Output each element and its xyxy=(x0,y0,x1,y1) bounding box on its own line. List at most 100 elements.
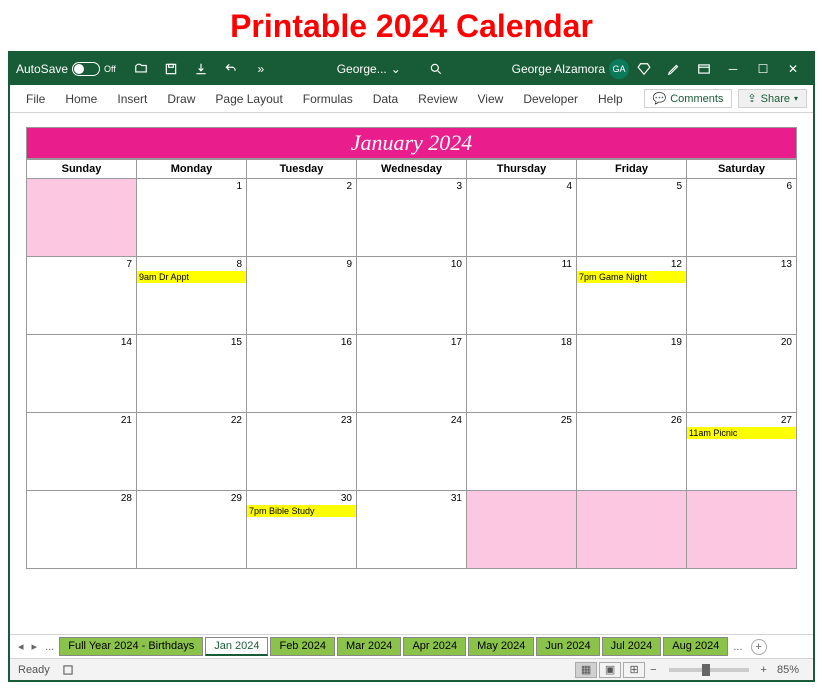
avatar[interactable]: GA xyxy=(609,59,629,79)
more-icon[interactable]: » xyxy=(251,59,271,79)
zoom-level[interactable]: 85% xyxy=(777,664,799,676)
day-number: 25 xyxy=(561,415,572,426)
tab-overflow[interactable]: ... xyxy=(729,641,746,653)
tab-nav-right[interactable]: ▸ xyxy=(28,640,42,653)
calendar-cell[interactable]: 127pm Game Night xyxy=(577,257,687,335)
calendar-cell[interactable]: 10 xyxy=(357,257,467,335)
calendar-cell[interactable]: 3 xyxy=(357,179,467,257)
sheet-tab[interactable]: Full Year 2024 - Birthdays xyxy=(59,637,203,656)
search-icon[interactable] xyxy=(426,59,446,79)
comments-button[interactable]: 💬 Comments xyxy=(644,89,733,108)
calendar-cell[interactable]: 307pm Bible Study xyxy=(247,491,357,569)
calendar-cell[interactable]: 9 xyxy=(247,257,357,335)
calendar-grid: SundayMondayTuesdayWednesdayThursdayFrid… xyxy=(26,159,797,569)
calendar-cell[interactable]: 25 xyxy=(467,413,577,491)
calendar-cell[interactable] xyxy=(467,491,577,569)
autosave-toggle[interactable]: AutoSave Off xyxy=(16,62,116,76)
zoom-out-button[interactable]: − xyxy=(650,664,656,676)
export-icon[interactable] xyxy=(191,59,211,79)
excel-window: AutoSave Off » George... ⌄ George Alzamo… xyxy=(8,51,815,682)
sheet-tab[interactable]: Jul 2024 xyxy=(602,637,662,656)
sheet-tab[interactable]: Apr 2024 xyxy=(403,637,466,656)
autosave-label: AutoSave xyxy=(16,62,68,76)
open-icon[interactable] xyxy=(131,59,151,79)
tab-page-layout[interactable]: Page Layout xyxy=(205,85,292,112)
calendar-cell[interactable] xyxy=(687,491,797,569)
tab-developer[interactable]: Developer xyxy=(513,85,588,112)
tab-review[interactable]: Review xyxy=(408,85,467,112)
calendar-cell[interactable]: 31 xyxy=(357,491,467,569)
accessibility-icon[interactable] xyxy=(58,660,78,680)
diamond-icon[interactable] xyxy=(634,59,654,79)
zoom-in-button[interactable]: + xyxy=(761,664,767,676)
maximize-button[interactable]: ☐ xyxy=(749,59,777,79)
calendar-cell[interactable]: 4 xyxy=(467,179,577,257)
calendar-cell[interactable]: 7 xyxy=(27,257,137,335)
day-header: Sunday xyxy=(27,160,137,179)
view-normal-button[interactable]: ▦ xyxy=(575,662,597,678)
tab-insert[interactable]: Insert xyxy=(107,85,157,112)
tab-draw[interactable]: Draw xyxy=(157,85,205,112)
sheet-tab[interactable]: Jun 2024 xyxy=(536,637,599,656)
calendar-cell[interactable]: 5 xyxy=(577,179,687,257)
tab-formulas[interactable]: Formulas xyxy=(293,85,363,112)
zoom-slider[interactable] xyxy=(669,668,749,672)
day-number: 17 xyxy=(451,337,462,348)
view-page-break-button[interactable]: ⊞ xyxy=(623,662,645,678)
day-number: 26 xyxy=(671,415,682,426)
toggle-off-icon xyxy=(72,62,100,76)
tab-nav-more[interactable]: ... xyxy=(41,641,58,653)
calendar-cell[interactable]: 16 xyxy=(247,335,357,413)
share-icon: ⇪ xyxy=(747,92,756,105)
sheet-tab[interactable]: Feb 2024 xyxy=(270,637,334,656)
ribbon-display-icon[interactable] xyxy=(694,59,714,79)
tab-home[interactable]: Home xyxy=(55,85,107,112)
tab-help[interactable]: Help xyxy=(588,85,633,112)
calendar-cell[interactable]: 17 xyxy=(357,335,467,413)
calendar-cell[interactable]: 23 xyxy=(247,413,357,491)
calendar-cell[interactable]: 1 xyxy=(137,179,247,257)
calendar-cell[interactable]: 20 xyxy=(687,335,797,413)
sheet-tab[interactable]: Jan 2024 xyxy=(205,637,268,656)
calendar-cell[interactable] xyxy=(577,491,687,569)
day-number: 12 xyxy=(671,259,682,270)
sheet-tab[interactable]: Aug 2024 xyxy=(663,637,728,656)
calendar-cell[interactable]: 29 xyxy=(137,491,247,569)
tab-view[interactable]: View xyxy=(468,85,514,112)
minimize-button[interactable]: ─ xyxy=(719,59,747,79)
tab-file[interactable]: File xyxy=(16,85,55,112)
calendar-cell[interactable]: 26 xyxy=(577,413,687,491)
calendar-cell[interactable]: 19 xyxy=(577,335,687,413)
day-number: 24 xyxy=(451,415,462,426)
calendar-cell[interactable]: 13 xyxy=(687,257,797,335)
day-number: 20 xyxy=(781,337,792,348)
tab-nav-left[interactable]: ◂ xyxy=(14,640,28,653)
calendar-cell[interactable]: 24 xyxy=(357,413,467,491)
sheet-area[interactable]: January 2024 SundayMondayTuesdayWednesda… xyxy=(10,113,813,634)
undo-icon[interactable] xyxy=(221,59,241,79)
calendar-cell[interactable]: 89am Dr Appt xyxy=(137,257,247,335)
month-title: January 2024 xyxy=(26,127,797,159)
calendar-cell[interactable]: 22 xyxy=(137,413,247,491)
day-number: 10 xyxy=(451,259,462,270)
calendar-cell[interactable]: 2711am Picnic xyxy=(687,413,797,491)
tab-data[interactable]: Data xyxy=(363,85,408,112)
close-button[interactable]: ✕ xyxy=(779,59,807,79)
view-page-layout-button[interactable]: ▣ xyxy=(599,662,621,678)
calendar-cell[interactable]: 21 xyxy=(27,413,137,491)
sheet-tab[interactable]: May 2024 xyxy=(468,637,534,656)
pen-icon[interactable] xyxy=(664,59,684,79)
save-icon[interactable] xyxy=(161,59,181,79)
calendar-cell[interactable] xyxy=(27,179,137,257)
share-button[interactable]: ⇪ Share ▾ xyxy=(738,89,807,108)
filename-dropdown[interactable]: George... ⌄ xyxy=(337,62,401,76)
sheet-tab[interactable]: Mar 2024 xyxy=(337,637,401,656)
calendar-cell[interactable]: 18 xyxy=(467,335,577,413)
new-sheet-button[interactable]: + xyxy=(751,639,767,655)
calendar-cell[interactable]: 11 xyxy=(467,257,577,335)
calendar-cell[interactable]: 2 xyxy=(247,179,357,257)
calendar-cell[interactable]: 15 xyxy=(137,335,247,413)
calendar-cell[interactable]: 6 xyxy=(687,179,797,257)
calendar-cell[interactable]: 14 xyxy=(27,335,137,413)
calendar-cell[interactable]: 28 xyxy=(27,491,137,569)
